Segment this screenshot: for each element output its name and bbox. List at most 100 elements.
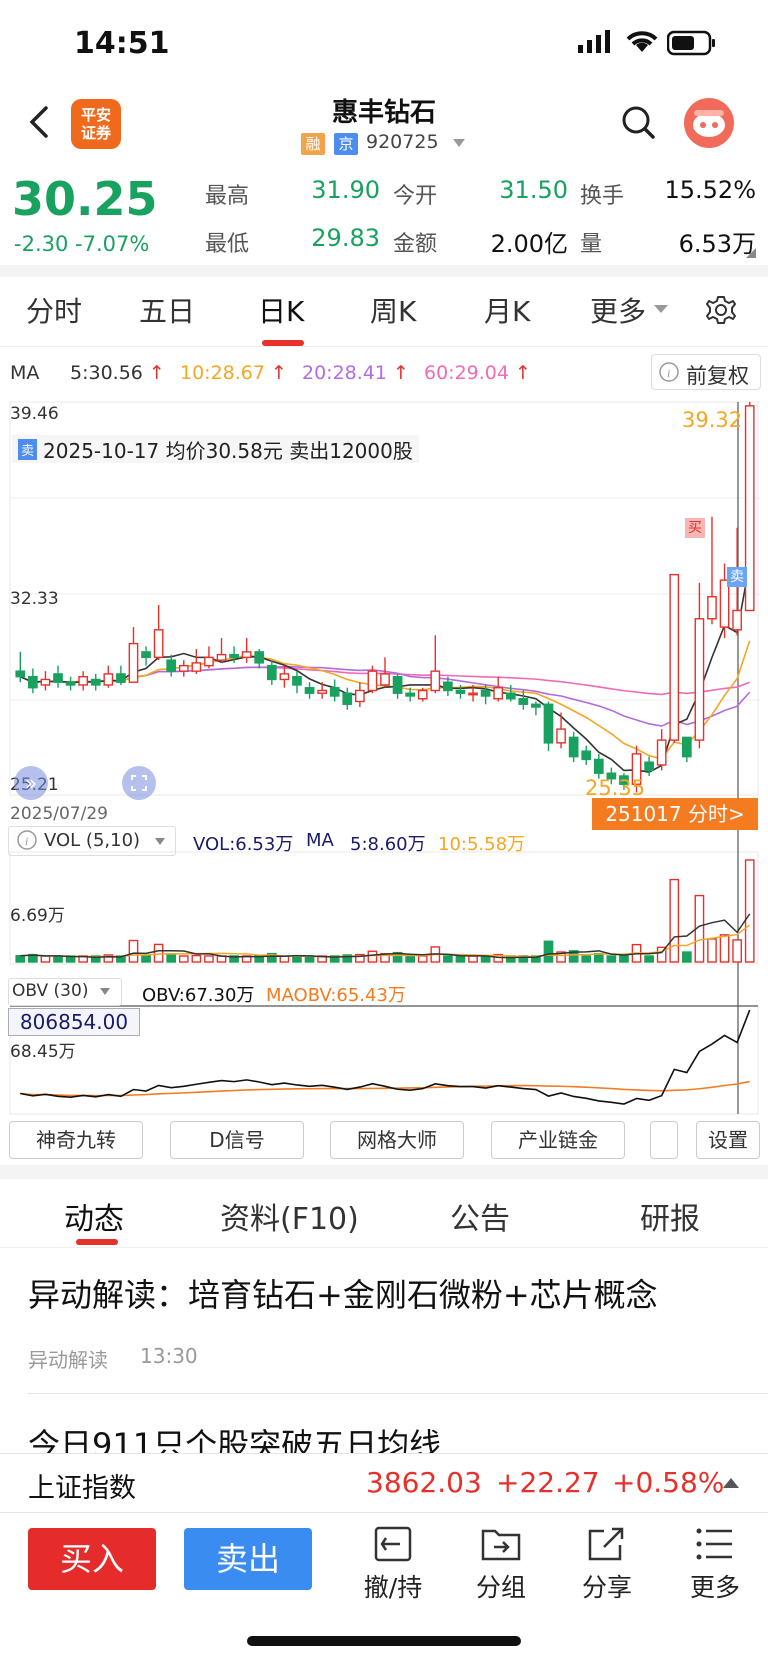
candle-body (116, 673, 126, 683)
group-label[interactable]: 分组 (456, 1568, 546, 1604)
candle-body (317, 689, 327, 694)
adjust-label[interactable]: 前复权 (686, 360, 749, 390)
tab-f10[interactable]: 资料(F10) (220, 1194, 359, 1238)
assistant-avatar[interactable] (684, 98, 734, 148)
index-percent: +0.58% (612, 1466, 725, 1499)
volume-bar (644, 955, 654, 963)
sell-button[interactable]: 卖出 (184, 1528, 312, 1590)
caret-down-icon[interactable] (654, 305, 668, 313)
candle-body (78, 675, 89, 686)
tab-news[interactable]: 动态 (64, 1194, 124, 1238)
share-icon[interactable] (586, 1525, 628, 1563)
caret-down-icon[interactable] (100, 988, 110, 995)
obv-scale: 68.45万 (10, 1042, 76, 1062)
volume-bar (455, 955, 466, 963)
candle-body (40, 678, 51, 686)
candle-body (430, 670, 441, 692)
volume-bar (619, 955, 629, 963)
volume-panel-frame (9, 851, 759, 965)
index-name: 上证指数 (28, 1473, 136, 1504)
sell-marker: 卖 (727, 567, 747, 587)
status-time: 14:51 (74, 26, 170, 61)
candle-body (354, 689, 365, 703)
share-label[interactable]: 分享 (562, 1568, 652, 1604)
volume-bar (15, 955, 26, 963)
ma60-value: 60:29.04 ↑ (424, 362, 531, 384)
candle-body (204, 656, 214, 667)
vol-scale: 6.69万 (10, 906, 65, 926)
fenshi-button[interactable]: 251017 分时> (592, 798, 758, 830)
search-icon[interactable] (620, 104, 656, 140)
news-title[interactable]: 异动解读：培育钻石+金刚石微粉+芯片概念 (28, 1270, 658, 1316)
candle-body (342, 692, 353, 705)
expand-icon[interactable] (122, 766, 156, 800)
candle-body (493, 687, 504, 700)
obv-selector-label[interactable]: OBV (30) (12, 981, 88, 1001)
turnover-label: 换手 (580, 184, 625, 209)
tool-settings[interactable]: 设置 (696, 1121, 760, 1159)
volume-label: 量 (580, 232, 603, 257)
volume-bar (581, 955, 592, 963)
folder-icon[interactable] (480, 1525, 522, 1563)
maobv-value: MAOBV:65.43万 (266, 985, 406, 1006)
candle-body (556, 728, 566, 744)
vol-selector-label[interactable]: VOL (5,10) (44, 830, 140, 851)
tab-five-day[interactable]: 五日 (139, 290, 195, 330)
candle-body (128, 642, 139, 683)
obv-value: OBV:67.30万 (142, 985, 255, 1006)
tool-grid-master[interactable]: 网格大师 (330, 1121, 464, 1159)
candle-body (568, 736, 579, 758)
tool-d-signal[interactable]: D信号 (170, 1121, 304, 1159)
candle-body (581, 750, 592, 761)
stock-code[interactable]: 920725 (366, 131, 439, 153)
withdraw-icon[interactable] (372, 1525, 414, 1563)
current-price: 30.25 (12, 172, 158, 226)
volume-bar (719, 934, 730, 963)
candle-body (443, 681, 453, 692)
expand-corner-icon[interactable] (746, 248, 756, 258)
tab-more[interactable]: 更多 (590, 290, 646, 330)
chevron-up-icon[interactable] (723, 1478, 739, 1488)
info-icon: i (17, 830, 37, 850)
news-time: 13:30 (140, 1344, 198, 1368)
news-source: 异动解读 (28, 1348, 108, 1372)
volume-bar (744, 859, 755, 963)
candle-body (103, 673, 114, 686)
candle-body (417, 689, 428, 700)
gear-icon[interactable] (704, 294, 738, 328)
low-label: 最低 (205, 232, 250, 257)
menu-icon[interactable] (694, 1525, 736, 1563)
low-marker-label: 25.35 (585, 776, 646, 800)
candle-body (15, 670, 26, 678)
candle-body (216, 653, 227, 661)
tool-industry-chain[interactable]: 产业链金 (491, 1121, 625, 1159)
cursor-value: 806854.00 (8, 1008, 140, 1036)
candle-body (656, 739, 667, 766)
tool-magic-nine[interactable]: 神奇九转 (9, 1121, 143, 1159)
tab-weekly-k[interactable]: 周K (370, 290, 416, 330)
ma-label: MA (10, 362, 40, 384)
caret-down-icon[interactable] (155, 838, 165, 845)
vol-ma10: 10:5.58万 (438, 834, 526, 855)
tab-research[interactable]: 研报 (640, 1194, 700, 1238)
margin-tag: 融 (301, 133, 325, 155)
index-change: +22.27 (496, 1466, 600, 1499)
index-value: 3862.03 (366, 1466, 482, 1499)
chevron-down-icon[interactable] (453, 139, 465, 147)
fast-forward-icon[interactable]: » (14, 766, 48, 800)
volume-bar (367, 950, 378, 963)
tool-more[interactable] (650, 1121, 678, 1159)
tab-monthly-k[interactable]: 月K (484, 290, 530, 330)
candle-body (166, 659, 177, 672)
tab-daily-k[interactable]: 日K (258, 290, 304, 330)
svg-text:i: i (25, 834, 28, 848)
volume-bar (732, 939, 742, 963)
buy-button[interactable]: 买入 (28, 1528, 156, 1590)
candle-body (681, 736, 692, 758)
x-axis-start-date: 2025/07/29 (10, 804, 108, 824)
tab-announcements[interactable]: 公告 (450, 1194, 510, 1238)
ma10-value: 10:28.67 ↑ (180, 362, 287, 384)
tab-intraday[interactable]: 分时 (26, 290, 82, 330)
more-label[interactable]: 更多 (670, 1568, 760, 1604)
withdraw-label[interactable]: 撤/持 (348, 1568, 438, 1604)
